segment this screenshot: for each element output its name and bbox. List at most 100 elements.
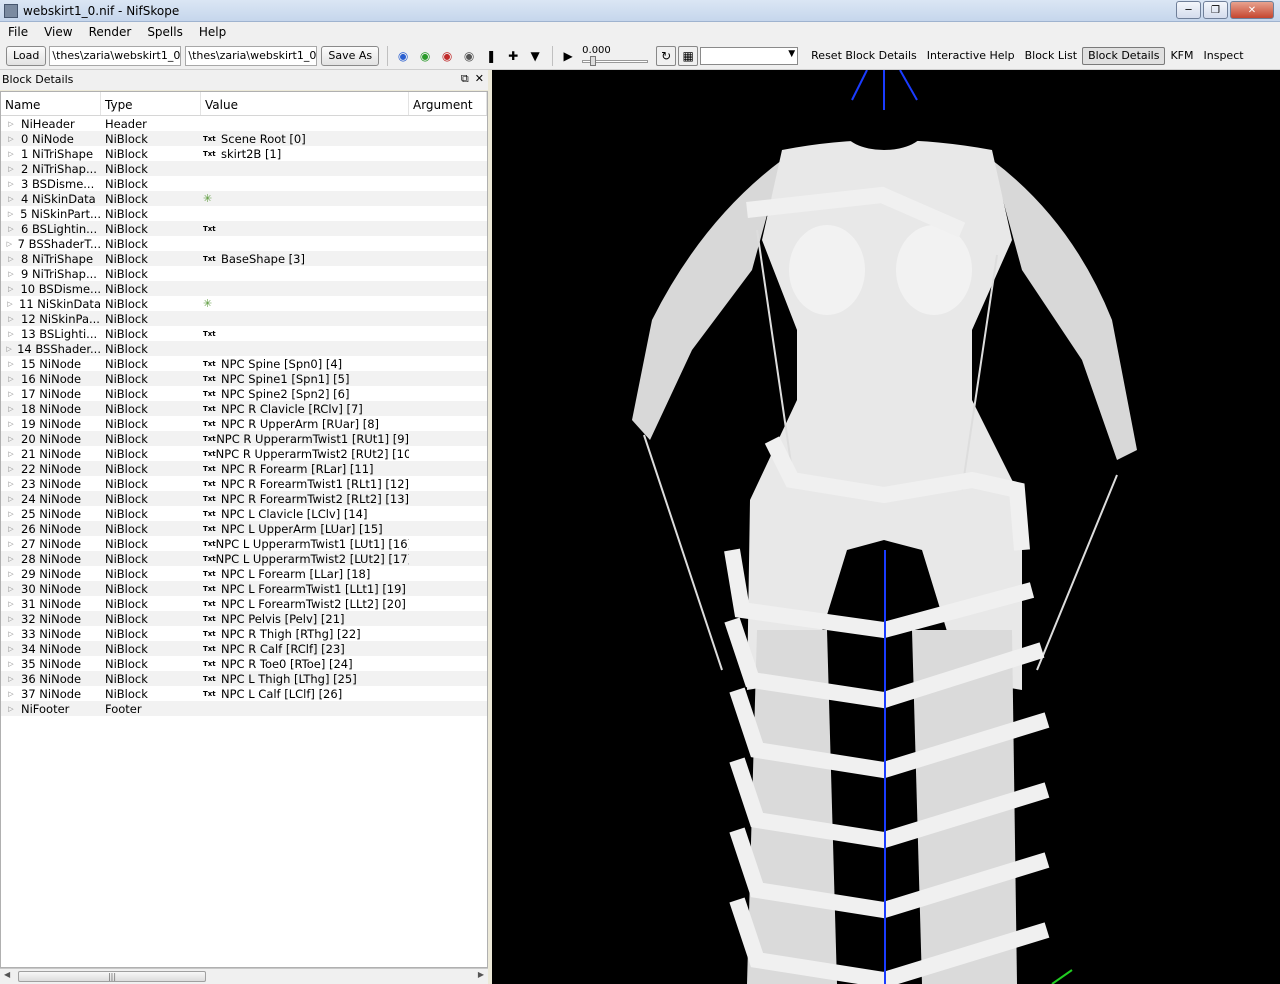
column-name[interactable]: Name [1,92,101,115]
tree-row[interactable]: ▷ 28 NiNode NiBlock Txt NPC L UpperarmTwist2… [1,551,487,566]
animation-select[interactable]: ▼ [700,46,799,65]
walk-icon[interactable]: ❚ [481,46,501,66]
expand-icon[interactable]: ▷ [1,630,21,638]
tree-row[interactable]: ▷ 29 NiNode NiBlock Txt NPC L Forearm [LLar]… [1,566,487,581]
tree-row[interactable]: ▷ 37 NiNode NiBlock Txt NPC L Calf [LClf] [2… [1,686,487,701]
menu-help[interactable]: Help [191,25,234,39]
expand-icon[interactable]: ▷ [1,240,18,248]
scroll-right-icon[interactable]: ▶ [478,970,484,979]
time-slider-thumb[interactable] [590,55,597,66]
expand-icon[interactable]: ▷ [1,135,21,143]
tree-row[interactable]: ▷ 6 BSLightin... NiBlock Txt [1,221,487,236]
save-as-button[interactable]: Save As [321,45,380,66]
expand-icon[interactable]: ▷ [1,435,21,443]
tree-row[interactable]: ▷ 24 NiNode NiBlock Txt NPC R ForearmTwist2 … [1,491,487,506]
block-tree[interactable]: Name Type Value Argument ▷ NiHeader Header… [0,91,488,968]
column-type[interactable]: Type [101,92,201,115]
horizontal-scrollbar[interactable]: ◀ ||| ▶ [0,968,488,984]
expand-icon[interactable]: ▷ [1,270,21,278]
expand-icon[interactable]: ▷ [1,510,21,518]
tree-row[interactable]: ▷ 22 NiNode NiBlock Txt NPC R Forearm [RLar]… [1,461,487,476]
expand-icon[interactable]: ▷ [1,600,21,608]
menu-spells[interactable]: Spells [139,25,191,39]
tree-row[interactable]: ▷ 1 NiTriShape NiBlock Txt skirt2B [1] [1,146,487,161]
time-slider[interactable]: 0.000 [580,45,650,67]
expand-icon[interactable]: ▷ [1,450,21,458]
interactive-help-button[interactable]: Interactive Help [922,47,1020,65]
expand-icon[interactable]: ▷ [1,465,21,473]
tree-row[interactable]: ▷ 13 BSLighti... NiBlock Txt [1,326,487,341]
expand-icon[interactable]: ▷ [1,540,21,548]
expand-icon[interactable]: ▷ [1,645,21,653]
tree-row[interactable]: ▷ 7 BSShaderT... NiBlock [1,236,487,251]
load-button[interactable]: Load [6,45,47,66]
switch-icon[interactable]: ▦ [678,45,699,66]
render-viewport[interactable] [492,70,1280,984]
scroll-left-icon[interactable]: ◀ [4,970,10,979]
menu-file[interactable]: File [0,25,36,39]
expand-icon[interactable]: ▷ [1,405,21,413]
expand-icon[interactable]: ▷ [1,285,20,293]
axes-icon[interactable]: ✚ [503,46,523,66]
expand-icon[interactable]: ▷ [1,360,21,368]
expand-icon[interactable]: ▷ [1,495,21,503]
close-icon[interactable]: ✕ [475,72,484,86]
expand-icon[interactable]: ▷ [1,705,21,713]
expand-icon[interactable]: ▷ [1,390,21,398]
expand-icon[interactable]: ▷ [1,615,21,623]
tree-row[interactable]: ▷ 4 NiSkinData NiBlock ✳ [1,191,487,206]
expand-icon[interactable]: ▷ [1,210,20,218]
expand-icon[interactable]: ▷ [1,345,17,353]
tree-row[interactable]: ▷ 12 NiSkinPa... NiBlock [1,311,487,326]
kfm-button[interactable]: KFM [1165,47,1198,65]
view-red-eye-icon[interactable]: ◉ [437,46,457,66]
tree-row[interactable]: ▷ 35 NiNode NiBlock Txt NPC R Toe0 [RToe] [2… [1,656,487,671]
tree-row[interactable]: ▷ 14 BSShader... NiBlock [1,341,487,356]
maximize-icon[interactable]: ❐ [1203,1,1228,19]
view-blue-eye-icon[interactable]: ◉ [393,46,413,66]
expand-icon[interactable]: ▷ [1,420,21,428]
expand-icon[interactable]: ▷ [1,165,21,173]
tree-row[interactable]: ▷ 9 NiTriShap... NiBlock [1,266,487,281]
tree-row[interactable]: ▷ 15 NiNode NiBlock Txt NPC Spine [Spn0] [4] [1,356,487,371]
tree-row[interactable]: ▷ NiHeader Header [1,116,487,131]
tree-row[interactable]: ▷ 19 NiNode NiBlock Txt NPC R UpperArm [RUar… [1,416,487,431]
tree-row[interactable]: ▷ 34 NiNode NiBlock Txt NPC R Calf [RClf] [2… [1,641,487,656]
expand-icon[interactable]: ▷ [1,255,21,263]
view-user-eye-icon[interactable]: ◉ [459,46,479,66]
tree-row[interactable]: ▷ 11 NiSkinData NiBlock ✳ [1,296,487,311]
tree-row[interactable]: ▷ NiFooter Footer [1,701,487,716]
tree-row[interactable]: ▷ 27 NiNode NiBlock Txt NPC L UpperarmTwist1… [1,536,487,551]
expand-icon[interactable]: ▷ [1,225,21,233]
expand-icon[interactable]: ▷ [1,525,21,533]
tree-row[interactable]: ▷ 25 NiNode NiBlock Txt NPC L Clavicle [LClv… [1,506,487,521]
play-icon[interactable]: ▶ [558,46,578,66]
menu-view[interactable]: View [36,25,80,39]
block-list-button[interactable]: Block List [1020,47,1082,65]
tree-row[interactable]: ▷ 21 NiNode NiBlock Txt NPC R UpperarmTwist2… [1,446,487,461]
expand-icon[interactable]: ▷ [1,330,21,338]
chevron-down-icon[interactable]: ▼ [525,46,545,66]
loop-icon[interactable]: ↻ [656,45,677,66]
expand-icon[interactable]: ▷ [1,375,21,383]
inspect-button[interactable]: Inspect [1199,47,1249,65]
expand-icon[interactable]: ▷ [1,150,21,158]
expand-icon[interactable]: ▷ [1,585,21,593]
column-argument[interactable]: Argument [409,92,487,115]
tree-row[interactable]: ▷ 30 NiNode NiBlock Txt NPC L ForearmTwist1 … [1,581,487,596]
block-details-button[interactable]: Block Details [1082,46,1166,65]
float-icon[interactable]: ⧉ [461,72,469,86]
expand-icon[interactable]: ▷ [1,180,21,188]
tree-row[interactable]: ▷ 23 NiNode NiBlock Txt NPC R ForearmTwist1 … [1,476,487,491]
minimize-icon[interactable]: ─ [1176,1,1201,19]
expand-icon[interactable]: ▷ [1,675,21,683]
expand-icon[interactable]: ▷ [1,555,21,563]
tree-row[interactable]: ▷ 20 NiNode NiBlock Txt NPC R UpperarmTwist1… [1,431,487,446]
tree-row[interactable]: ▷ 31 NiNode NiBlock Txt NPC L ForearmTwist2 … [1,596,487,611]
expand-icon[interactable]: ▷ [1,300,19,308]
expand-icon[interactable]: ▷ [1,690,21,698]
tree-row[interactable]: ▷ 0 NiNode NiBlock Txt Scene Root [0] [1,131,487,146]
expand-icon[interactable]: ▷ [1,660,21,668]
column-value[interactable]: Value [201,92,409,115]
tree-row[interactable]: ▷ 36 NiNode NiBlock Txt NPC L Thigh [LThg] [… [1,671,487,686]
